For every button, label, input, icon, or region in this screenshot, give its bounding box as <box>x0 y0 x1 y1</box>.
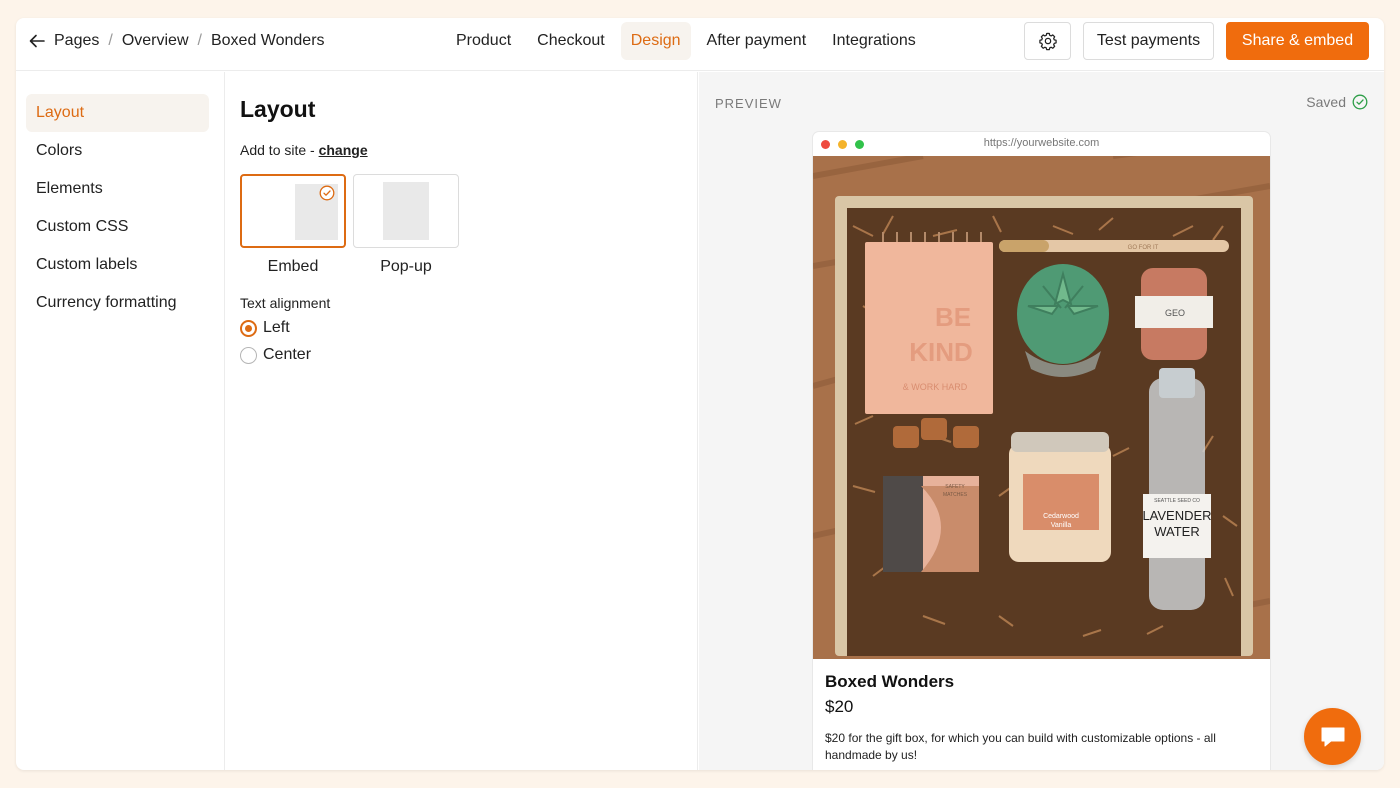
share-embed-button[interactable]: Share & embed <box>1226 22 1369 60</box>
tab-after-payment[interactable]: After payment <box>697 22 817 60</box>
svg-text:BE: BE <box>935 302 971 332</box>
settings-button[interactable] <box>1024 22 1071 60</box>
radio-center[interactable] <box>240 346 257 364</box>
sidebar-item-custom-css[interactable]: Custom CSS <box>26 208 209 246</box>
text-alignment-label: Text alignment <box>240 295 331 311</box>
product-price: $20 <box>825 697 854 716</box>
embed-option-label: Embed <box>267 258 319 275</box>
panel-title: Layout <box>240 96 316 122</box>
chat-icon <box>1321 727 1344 746</box>
browser-url: https://yourwebsite.com <box>983 137 1100 149</box>
add-site-prefix: Add to site - <box>240 142 319 158</box>
arrow-left-icon[interactable] <box>26 30 48 52</box>
radio-left[interactable] <box>240 319 257 337</box>
saved-status: Saved <box>1306 94 1368 110</box>
svg-text:& WORK HARD: & WORK HARD <box>903 382 968 392</box>
alignment-center-option[interactable]: Center <box>240 346 311 364</box>
change-link[interactable]: change <box>319 142 368 158</box>
gear-icon <box>1038 32 1057 51</box>
preview-pane: PREVIEW Saved https://yourwebsite.com BE… <box>699 72 1384 770</box>
alignment-left-label: Left <box>263 319 290 336</box>
breadcrumb-overview[interactable]: Overview <box>122 32 189 50</box>
sidebar-item-currency-formatting[interactable]: Currency formatting <box>26 284 209 322</box>
alignment-left-option[interactable]: Left <box>240 319 290 337</box>
sidebar-item-elements[interactable]: Elements <box>26 170 209 208</box>
sidebar-item-custom-labels[interactable]: Custom labels <box>26 246 209 284</box>
svg-text:GO FOR IT: GO FOR IT <box>1128 245 1159 251</box>
test-payments-button[interactable]: Test payments <box>1083 22 1214 60</box>
embed-option-card[interactable] <box>240 174 346 248</box>
tab-checkout[interactable]: Checkout <box>527 22 615 60</box>
popup-option-label: Pop-up <box>380 258 432 275</box>
chat-button[interactable] <box>1304 708 1361 765</box>
alignment-center-label: Center <box>263 346 312 363</box>
svg-text:SAFETY: SAFETY <box>945 484 965 490</box>
browser-bar: https://yourwebsite.com <box>813 132 1270 156</box>
product-image: BE KIND & WORK HARD GO FOR IT GEO SEATTL… <box>813 156 1270 659</box>
browser-mockup: https://yourwebsite.com BE KIND & WORK H… <box>813 132 1270 770</box>
breadcrumb-separator: / <box>197 32 202 49</box>
tab-integrations[interactable]: Integrations <box>822 22 926 60</box>
breadcrumb-separator: / <box>108 32 113 49</box>
add-to-site-text: Add to site - change <box>240 142 368 158</box>
svg-text:Cedarwood: Cedarwood <box>1043 513 1079 520</box>
settings-sidebar: Layout Colors Elements Custom CSS Custom… <box>16 72 225 770</box>
main-nav: Product Checkout Design After payment In… <box>446 22 932 60</box>
tab-product[interactable]: Product <box>446 22 521 60</box>
app-window: Pages / Overview / Boxed Wonders Product… <box>16 18 1384 770</box>
svg-text:LAVENDER: LAVENDER <box>1142 508 1211 523</box>
preview-label: PREVIEW <box>715 96 782 111</box>
svg-text:Vanilla: Vanilla <box>1051 522 1072 529</box>
product-name: Boxed Wonders <box>825 672 955 691</box>
sidebar-item-layout[interactable]: Layout <box>26 94 209 132</box>
svg-text:WATER: WATER <box>1154 524 1200 539</box>
tab-design[interactable]: Design <box>620 22 691 60</box>
breadcrumb-current: Boxed Wonders <box>210 32 325 49</box>
sidebar-item-colors[interactable]: Colors <box>26 132 209 170</box>
svg-text:MATCHES: MATCHES <box>943 492 968 498</box>
check-circle-icon <box>1352 94 1368 110</box>
check-circle-icon <box>319 185 335 201</box>
svg-text:KIND: KIND <box>909 337 973 367</box>
top-bar: Pages / Overview / Boxed Wonders Product… <box>16 18 1384 71</box>
saved-label: Saved <box>1306 94 1346 110</box>
svg-text:SEATTLE SEED CO: SEATTLE SEED CO <box>1154 498 1200 504</box>
popup-option-card[interactable] <box>353 174 459 248</box>
popup-thumbnail <box>383 182 429 240</box>
layout-settings-panel: Layout Add to site - change Embed Pop-up… <box>226 72 698 770</box>
breadcrumb-pages[interactable]: Pages <box>54 32 99 50</box>
product-description: $20 for the gift box, for which you can … <box>825 731 1216 762</box>
svg-text:GEO: GEO <box>1165 308 1185 318</box>
breadcrumb: Pages / Overview / Boxed Wonders <box>26 30 325 52</box>
